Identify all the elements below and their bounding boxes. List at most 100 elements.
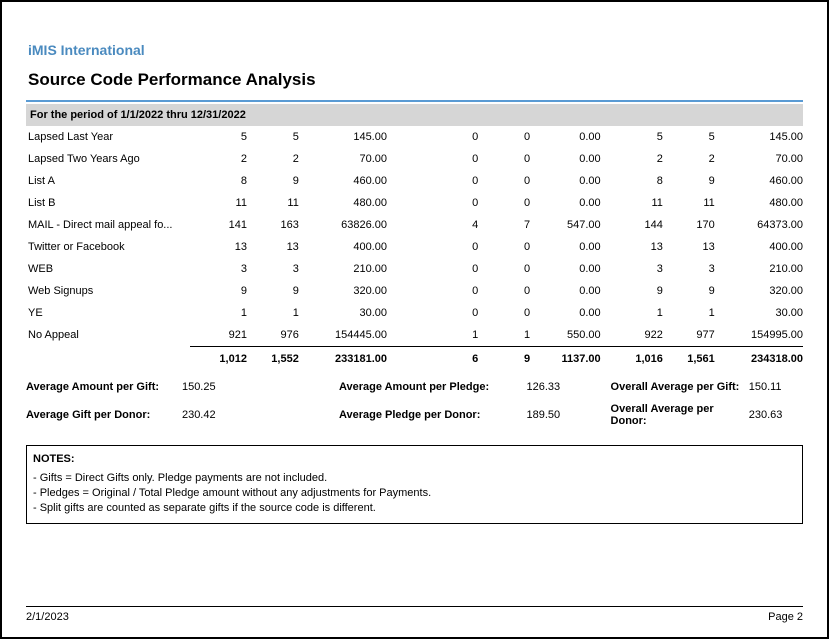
table-row: Twitter or Facebook1313400.00000.0013134…	[26, 236, 803, 258]
notes-box: NOTES: - Gifts = Direct Gifts only. Pled…	[26, 445, 803, 524]
totals-c5: 9	[478, 347, 530, 374]
row-cell-c1: 8	[190, 170, 247, 192]
row-cell-c8: 2	[663, 148, 715, 170]
row-cell-c3: 154445.00	[299, 324, 387, 347]
row-cell-c9: 210.00	[715, 258, 803, 280]
row-cell-c7: 1	[601, 302, 663, 324]
row-cell-c3: 480.00	[299, 192, 387, 214]
row-cell-c3: 63826.00	[299, 214, 387, 236]
row-cell-c3: 460.00	[299, 170, 387, 192]
row-cell-c2: 163	[247, 214, 299, 236]
avg-pledge-per-donor-label: Average Pledge per Donor:	[335, 403, 527, 427]
row-cell-c6: 0.00	[530, 280, 601, 302]
row-cell-c5: 0	[478, 170, 530, 192]
overall-avg-per-donor-label: Overall Average per Donor:	[601, 403, 749, 427]
row-cell-c6: 0.00	[530, 236, 601, 258]
table-row: Web Signups99320.00000.0099320.00	[26, 280, 803, 302]
row-cell-c6: 0.00	[530, 148, 601, 170]
row-cell-c1: 11	[190, 192, 247, 214]
row-label: Lapsed Last Year	[26, 126, 190, 148]
row-cell-c4: 0	[387, 236, 478, 258]
row-cell-c7: 2	[601, 148, 663, 170]
row-cell-c5: 0	[478, 280, 530, 302]
avg-gift-per-donor-label: Average Gift per Donor:	[26, 403, 182, 427]
row-cell-c9: 64373.00	[715, 214, 803, 236]
table-row: List A89460.00000.0089460.00	[26, 170, 803, 192]
period-bar: For the period of 1/1/2022 thru 12/31/20…	[26, 104, 803, 126]
totals-row: 1,012 1,552 233181.00 6 9 1137.00 1,016 …	[26, 347, 803, 374]
row-cell-c8: 9	[663, 170, 715, 192]
row-cell-c4: 0	[387, 170, 478, 192]
row-cell-c3: 30.00	[299, 302, 387, 324]
row-cell-c1: 2	[190, 148, 247, 170]
row-cell-c7: 11	[601, 192, 663, 214]
report-page: iMIS International Source Code Performan…	[0, 0, 829, 639]
row-cell-c9: 320.00	[715, 280, 803, 302]
row-cell-c5: 0	[478, 302, 530, 324]
row-cell-c1: 3	[190, 258, 247, 280]
avg-gift-per-donor-value: 230.42	[182, 403, 335, 427]
row-label: Web Signups	[26, 280, 190, 302]
row-cell-c7: 5	[601, 126, 663, 148]
row-cell-c1: 9	[190, 280, 247, 302]
totals-c9: 234318.00	[715, 347, 803, 374]
row-cell-c3: 320.00	[299, 280, 387, 302]
report-title: Source Code Performance Analysis	[28, 70, 803, 90]
row-cell-c1: 921	[190, 324, 247, 347]
averages-block: Average Amount per Gift: 150.25 Average …	[26, 381, 803, 427]
row-cell-c3: 210.00	[299, 258, 387, 280]
table-row: WEB33210.00000.0033210.00	[26, 258, 803, 280]
row-label: List B	[26, 192, 190, 214]
row-cell-c6: 0.00	[530, 126, 601, 148]
avg-row-1: Average Amount per Gift: 150.25 Average …	[26, 381, 803, 393]
row-cell-c4: 4	[387, 214, 478, 236]
notes-line-1: - Gifts = Direct Gifts only. Pledge paym…	[33, 471, 796, 486]
row-cell-c2: 1	[247, 302, 299, 324]
notes-line-2: - Pledges = Original / Total Pledge amou…	[33, 486, 796, 501]
row-cell-c8: 13	[663, 236, 715, 258]
row-cell-c9: 460.00	[715, 170, 803, 192]
table-row: Lapsed Two Years Ago2270.00000.002270.00	[26, 148, 803, 170]
row-cell-c4: 0	[387, 302, 478, 324]
row-cell-c1: 141	[190, 214, 247, 236]
row-label: YE	[26, 302, 190, 324]
table-row: YE1130.00000.001130.00	[26, 302, 803, 324]
table-row: List B1111480.00000.001111480.00	[26, 192, 803, 214]
row-cell-c6: 547.00	[530, 214, 601, 236]
totals-c1: 1,012	[190, 347, 247, 374]
row-cell-c2: 11	[247, 192, 299, 214]
totals-c8: 1,561	[663, 347, 715, 374]
row-cell-c5: 0	[478, 126, 530, 148]
avg-amount-per-pledge-value: 126.33	[527, 381, 601, 393]
row-cell-c3: 70.00	[299, 148, 387, 170]
row-label: WEB	[26, 258, 190, 280]
row-cell-c1: 5	[190, 126, 247, 148]
avg-amount-per-gift-value: 150.25	[182, 381, 335, 393]
totals-c4: 6	[387, 347, 478, 374]
totals-c7: 1,016	[601, 347, 663, 374]
row-cell-c7: 144	[601, 214, 663, 236]
row-cell-c2: 2	[247, 148, 299, 170]
row-cell-c4: 0	[387, 280, 478, 302]
row-cell-c9: 30.00	[715, 302, 803, 324]
row-cell-c9: 400.00	[715, 236, 803, 258]
row-cell-c5: 1	[478, 324, 530, 347]
row-cell-c4: 0	[387, 192, 478, 214]
totals-c2: 1,552	[247, 347, 299, 374]
row-cell-c6: 550.00	[530, 324, 601, 347]
row-cell-c6: 0.00	[530, 302, 601, 324]
row-cell-c4: 0	[387, 148, 478, 170]
row-cell-c1: 1	[190, 302, 247, 324]
row-cell-c5: 0	[478, 258, 530, 280]
row-cell-c4: 1	[387, 324, 478, 347]
row-label: List A	[26, 170, 190, 192]
avg-amount-per-gift-label: Average Amount per Gift:	[26, 381, 182, 393]
totals-label	[26, 347, 190, 374]
row-cell-c8: 1	[663, 302, 715, 324]
performance-table: Lapsed Last Year55145.00000.0055145.00La…	[26, 126, 803, 373]
avg-amount-per-pledge-label: Average Amount per Pledge:	[335, 381, 527, 393]
row-cell-c8: 9	[663, 280, 715, 302]
row-cell-c7: 9	[601, 280, 663, 302]
row-cell-c5: 0	[478, 192, 530, 214]
row-cell-c8: 3	[663, 258, 715, 280]
